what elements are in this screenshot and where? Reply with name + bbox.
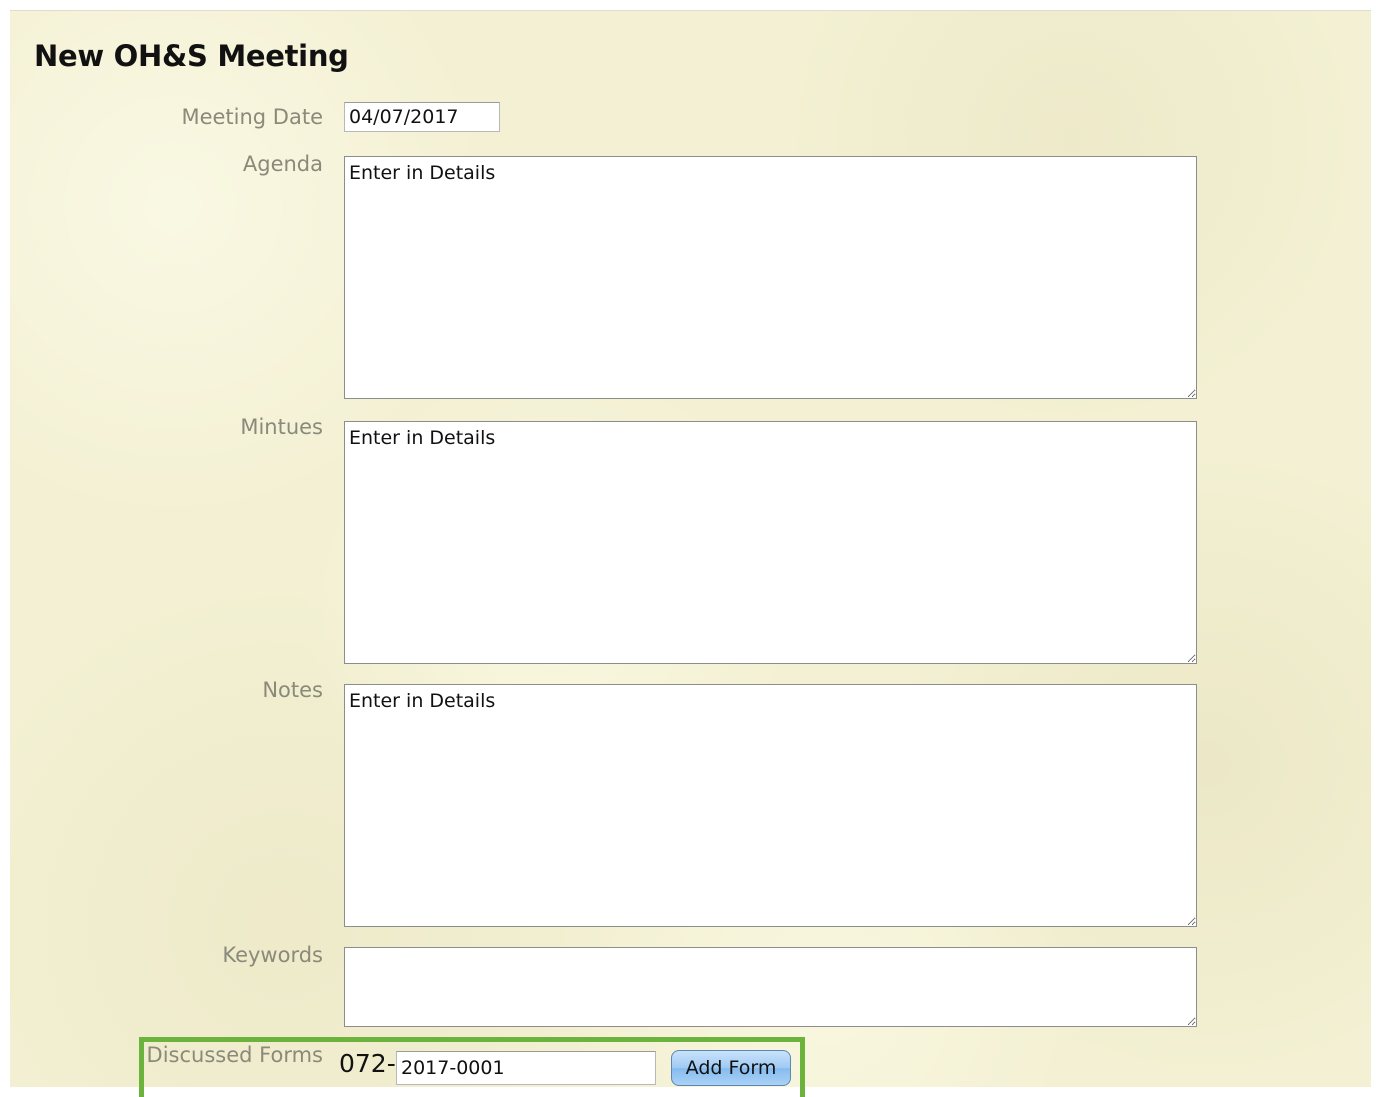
- add-form-button[interactable]: Add Form: [671, 1050, 791, 1086]
- discussed-forms-label: Discussed Forms: [146, 1043, 323, 1067]
- meeting-date-label: Meeting Date: [181, 105, 323, 129]
- keywords-textarea[interactable]: [344, 947, 1197, 1027]
- notes-textarea[interactable]: Enter in Details: [344, 684, 1197, 927]
- meeting-date-input[interactable]: [344, 102, 500, 132]
- meeting-form-page: New OH&S Meeting Meeting Date Agenda Ent…: [10, 10, 1371, 1097]
- notes-label: Notes: [262, 678, 323, 702]
- minutes-label: Mintues: [240, 415, 323, 439]
- form-number-prefix: 072-: [339, 1049, 396, 1078]
- minutes-textarea[interactable]: Enter in Details: [344, 421, 1197, 664]
- form-number-input[interactable]: [396, 1051, 656, 1085]
- keywords-label: Keywords: [222, 943, 323, 967]
- page-title: New OH&S Meeting: [34, 39, 349, 73]
- agenda-label: Agenda: [242, 152, 323, 176]
- agenda-textarea[interactable]: Enter in Details: [344, 156, 1197, 399]
